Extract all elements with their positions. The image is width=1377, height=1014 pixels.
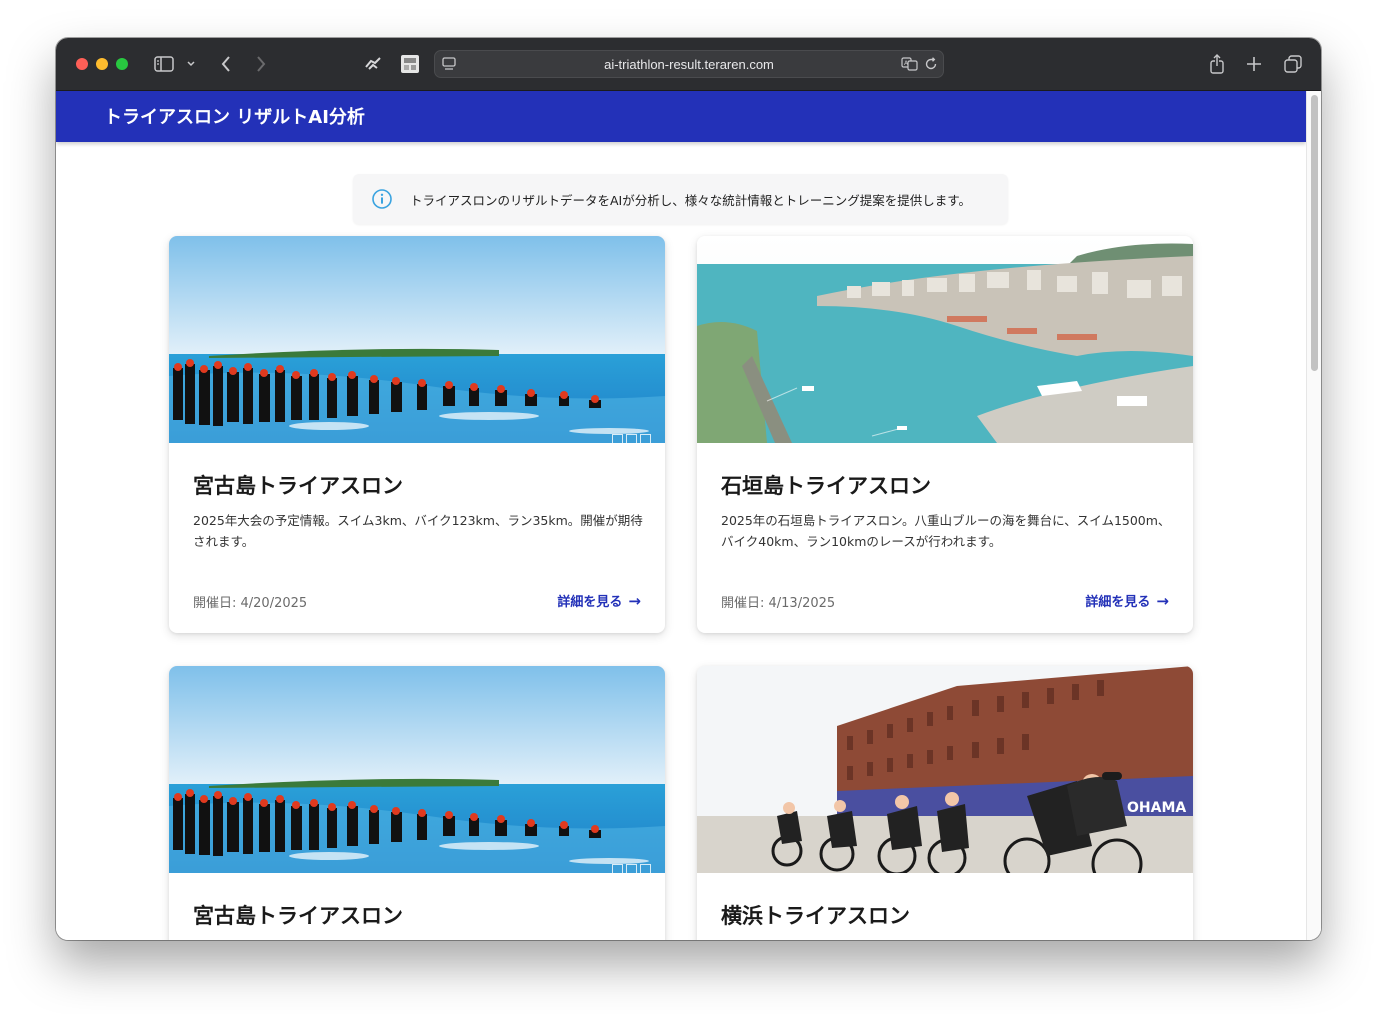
card-date: 開催日: 4/20/2025: [193, 596, 308, 611]
sidebar-toggle-icon[interactable]: [152, 52, 176, 76]
svg-text:OHAMA: OHAMA: [1127, 800, 1186, 816]
share-icon[interactable]: [1207, 52, 1227, 76]
card-title: 横浜トライアスロン: [721, 904, 910, 928]
info-icon: [371, 188, 393, 214]
race-card[interactable]: 石垣島トライアスロン 2025年の石垣島トライアスロン。八重山ブルーの海を舞台に…: [697, 236, 1193, 633]
card-title: 石垣島トライアスロン: [721, 474, 931, 498]
race-card[interactable]: 宮古島トライアスロン: [169, 666, 665, 940]
minimize-window-button[interactable]: [96, 58, 108, 70]
image-overlay-markers: [612, 864, 651, 873]
browser-window: ai-triathlon-result.teraren.com A トライアスロ…: [56, 38, 1321, 940]
card-description: 2025年の石垣島トライアスロン。八重山ブルーの海を舞台に、スイム1500m、バ…: [721, 513, 1171, 549]
app-title[interactable]: トライアスロン リザルトAI分析: [104, 103, 365, 129]
extension-icon[interactable]: [362, 52, 384, 76]
scrollbar[interactable]: [1306, 91, 1321, 940]
card-title: 宮古島トライアスロン: [193, 904, 403, 928]
translate-icon[interactable]: A: [901, 55, 919, 73]
view-details-link[interactable]: 詳細を見る →: [557, 591, 641, 611]
chevron-down-icon[interactable]: [184, 52, 198, 76]
view-details-label[interactable]: 詳細を見る: [557, 591, 622, 610]
card-date: 開催日: 4/13/2025: [721, 596, 836, 611]
harbor-aerial-photo: [697, 236, 1193, 443]
reload-icon[interactable]: [923, 55, 939, 73]
tab-overview-icon[interactable]: [1282, 52, 1304, 76]
address-bar[interactable]: ai-triathlon-result.teraren.com A: [434, 50, 944, 78]
forward-icon[interactable]: [251, 52, 271, 76]
swimmers-beach-photo: [169, 236, 665, 443]
scrollbar-thumb[interactable]: [1311, 95, 1318, 371]
view-details-label[interactable]: 詳細を見る: [1085, 591, 1150, 610]
arrow-right-icon: →: [628, 591, 641, 610]
cyclists-brick-warehouse-photo: OHAMA: [697, 666, 1193, 873]
swimmers-beach-photo: [169, 666, 665, 873]
race-card[interactable]: 宮古島トライアスロン 2025年大会の予定情報。スイム3km、バイク123km、…: [169, 236, 665, 633]
view-details-link[interactable]: 詳細を見る →: [1085, 591, 1169, 611]
close-window-button[interactable]: [76, 58, 88, 70]
maximize-window-button[interactable]: [116, 58, 128, 70]
browser-toolbar: ai-triathlon-result.teraren.com A: [56, 38, 1321, 91]
info-text: トライアスロンのリザルトデータをAIが分析し、様々な統計情報とトレーニング提案を…: [410, 193, 971, 208]
race-card[interactable]: OHAMA 横浜トライアスロン: [697, 666, 1193, 940]
reader-extension-icon[interactable]: [399, 52, 421, 76]
info-banner: トライアスロンのリザルトデータをAIが分析し、様々な統計情報とトレーニング提案を…: [353, 174, 1008, 224]
new-tab-icon[interactable]: [1244, 52, 1264, 76]
back-icon[interactable]: [216, 52, 236, 76]
card-description: 2025年大会の予定情報。スイム3km、バイク123km、ラン35km。開催が期…: [193, 513, 643, 549]
url-text[interactable]: ai-triathlon-result.teraren.com: [435, 57, 943, 72]
card-title: 宮古島トライアスロン: [193, 474, 403, 498]
page-viewport: トライアスロン リザルトAI分析 トライアスロンのリザルトデータをAIが分析し、…: [56, 91, 1321, 940]
image-overlay-markers: [612, 434, 651, 443]
arrow-right-icon: →: [1156, 591, 1169, 610]
app-header: トライアスロン リザルトAI分析: [56, 91, 1306, 142]
